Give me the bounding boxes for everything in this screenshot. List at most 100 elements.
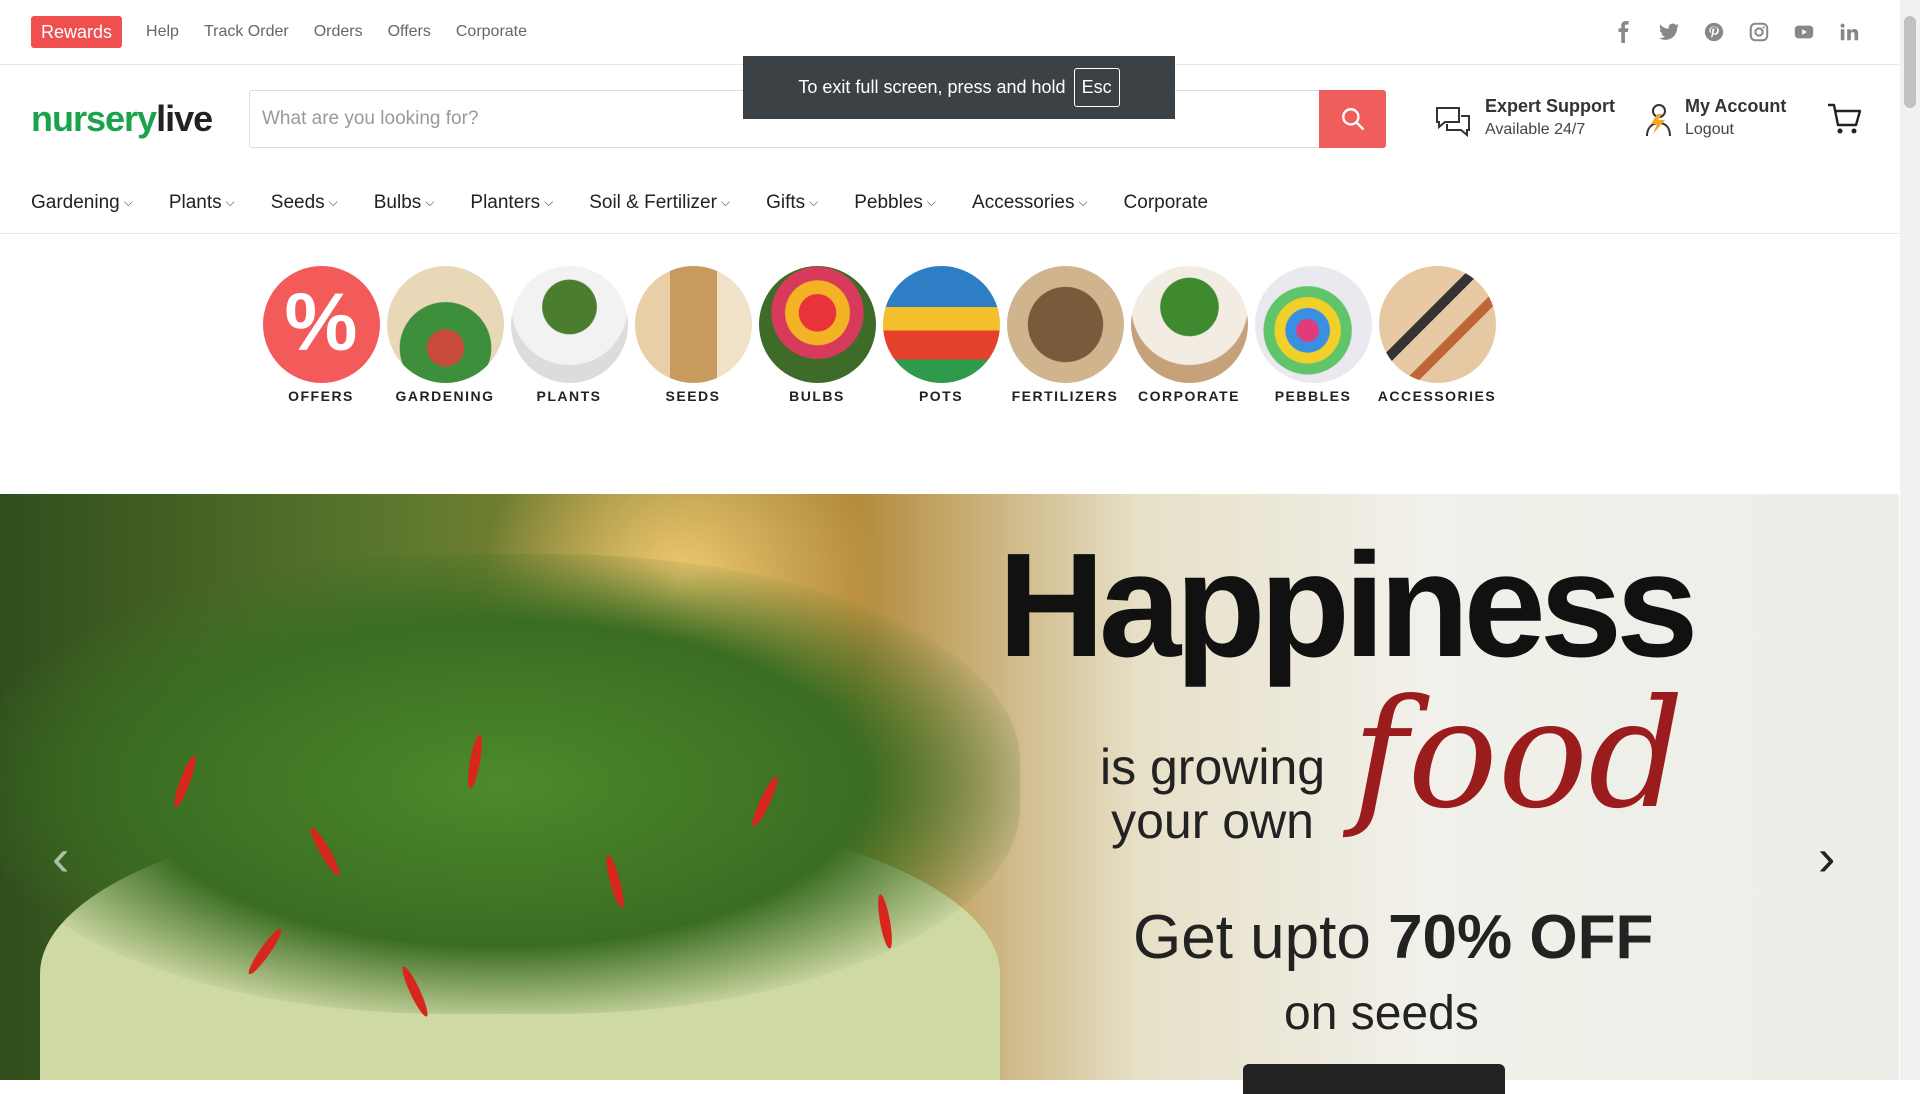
category-label: FERTILIZERS: [1011, 388, 1119, 404]
nav-label: Accessories: [972, 191, 1075, 213]
category-accessories[interactable]: ACCESSORIES: [1375, 266, 1499, 404]
category-pots[interactable]: POTS: [879, 266, 1003, 404]
twitter-icon[interactable]: [1657, 20, 1681, 44]
nav-seeds[interactable]: Seeds ⌵: [271, 192, 338, 214]
nav-planters[interactable]: Planters ⌵: [470, 192, 553, 214]
chevron-down-icon: ⌵: [425, 195, 435, 209]
scrollbar-thumb[interactable]: [1904, 16, 1916, 108]
category-label: ACCESSORIES: [1377, 388, 1497, 404]
chevron-down-icon: ⌵: [720, 195, 731, 209]
category-label: BULBS: [789, 388, 845, 404]
offers-icon: %: [262, 266, 380, 383]
help-link[interactable]: Help: [146, 23, 179, 41]
main-navigation: Gardening ⌵ Plants ⌵ Seeds ⌵ Bulbs ⌵ Planter…: [0, 172, 1899, 234]
category-label: OFFERS: [288, 388, 354, 404]
support-title: Expert Support: [1485, 96, 1616, 116]
pebbles-image: [1254, 266, 1372, 383]
search-button[interactable]: [1319, 90, 1386, 148]
nav-plants[interactable]: Plants ⌵: [169, 192, 235, 214]
pots-image: [882, 266, 1000, 383]
category-fertilizers[interactable]: FERTILIZERS: [1003, 266, 1127, 404]
offer-discount: 70% OFF: [1388, 903, 1654, 972]
chevron-down-icon: ⌵: [809, 195, 819, 209]
fullscreen-message: To exit full screen, press and hold: [798, 77, 1066, 97]
percent-glyph: %: [284, 277, 358, 368]
chevron-down-icon: ⌵: [926, 195, 937, 209]
category-strip: % OFFERS GARDENING PLANTS SEEDS BULBS PO…: [259, 266, 1499, 404]
category-label: PLANTS: [536, 388, 602, 404]
account-title: My Account: [1685, 96, 1787, 116]
nav-label: Soil & Fertilizer: [589, 191, 717, 213]
corporate-image: [1130, 266, 1248, 383]
account-icon: [1643, 102, 1673, 143]
nav-label: Planters: [470, 191, 541, 213]
rewards-button[interactable]: Rewards: [31, 16, 123, 48]
logout-link[interactable]: Logout: [1685, 121, 1786, 139]
support-availability: Available 24/7: [1485, 121, 1586, 138]
youtube-icon[interactable]: [1792, 20, 1816, 44]
nav-bulbs[interactable]: Bulbs ⌵: [374, 192, 435, 214]
hero-cta-button[interactable]: [1243, 1064, 1505, 1094]
instagram-icon[interactable]: [1747, 20, 1771, 44]
offers-link[interactable]: Offers: [388, 23, 431, 41]
nav-gardening[interactable]: Gardening ⌵: [31, 192, 133, 214]
nav-label: Plants: [168, 191, 222, 213]
hero-offer-target: on seeds: [1284, 987, 1479, 1040]
nav-pebbles[interactable]: Pebbles ⌵: [854, 192, 936, 214]
category-label: CORPORATE: [1138, 388, 1240, 404]
gardening-image: [386, 266, 504, 383]
fertilizers-image: [1006, 266, 1124, 383]
logo-text-green: nursery: [31, 98, 157, 139]
category-plants[interactable]: PLANTS: [507, 266, 631, 404]
nav-accessories[interactable]: Accessories ⌵: [972, 192, 1088, 214]
plants-image: [510, 266, 628, 383]
hero-subtitle: is growing your own: [1100, 740, 1325, 848]
seeds-image: [634, 266, 752, 383]
facebook-icon[interactable]: [1612, 20, 1636, 44]
orders-link[interactable]: Orders: [314, 23, 363, 41]
chevron-down-icon: ⌵: [1078, 195, 1088, 209]
carousel-next-icon[interactable]: ›: [1818, 828, 1835, 888]
hero-subtitle-line1: is growing: [1100, 739, 1326, 795]
chevron-down-icon: ⌵: [544, 195, 554, 209]
nurserylive-logo[interactable]: nurserylive: [31, 98, 213, 140]
category-label: SEEDS: [665, 388, 721, 404]
category-corporate[interactable]: CORPORATE: [1127, 266, 1251, 404]
search-icon: [1341, 108, 1364, 130]
nav-soil-fertilizer[interactable]: Soil & Fertilizer ⌵: [589, 192, 730, 214]
linkedin-icon[interactable]: [1837, 20, 1861, 44]
pinterest-icon[interactable]: [1702, 20, 1726, 44]
category-gardening[interactable]: GARDENING: [383, 266, 507, 404]
nav-corporate[interactable]: Corporate: [1124, 192, 1209, 214]
page-scrollbar[interactable]: [1900, 0, 1920, 1080]
nav-label: Bulbs: [373, 191, 422, 213]
chili-plant: [0, 554, 1020, 1014]
bulbs-image: [758, 266, 876, 383]
hero-offer: Get upto 70% OFF: [1133, 902, 1653, 973]
nav-label: Pebbles: [854, 191, 923, 213]
carousel-prev-icon[interactable]: ‹: [52, 828, 69, 888]
social-links: [1612, 20, 1861, 44]
hero-subtitle-line2: your own: [1111, 793, 1314, 849]
hero-title: Happiness: [998, 523, 1698, 688]
expert-support[interactable]: Expert Support Available 24/7: [1433, 96, 1615, 147]
category-seeds[interactable]: SEEDS: [631, 266, 755, 404]
corporate-link[interactable]: Corporate: [456, 23, 527, 41]
cart-icon[interactable]: [1826, 102, 1862, 141]
category-offers[interactable]: % OFFERS: [259, 266, 383, 404]
nav-label: Corporate: [1123, 191, 1209, 213]
chevron-down-icon: ⌵: [328, 195, 338, 209]
nav-label: Seeds: [270, 191, 325, 213]
track-order-link[interactable]: Track Order: [204, 23, 289, 41]
category-label: PEBBLES: [1274, 388, 1352, 404]
category-pebbles[interactable]: PEBBLES: [1251, 266, 1375, 404]
offer-prefix: Get upto: [1133, 903, 1389, 972]
my-account[interactable]: My Account Logout: [1643, 96, 1786, 143]
nav-label: Gifts: [766, 191, 806, 213]
category-label: POTS: [918, 388, 964, 404]
chat-icon: [1433, 102, 1473, 147]
hero-food-script: food: [1352, 668, 1685, 842]
logo-text-black: live: [156, 98, 213, 139]
category-bulbs[interactable]: BULBS: [755, 266, 879, 404]
nav-gifts[interactable]: Gifts ⌵: [766, 192, 818, 214]
